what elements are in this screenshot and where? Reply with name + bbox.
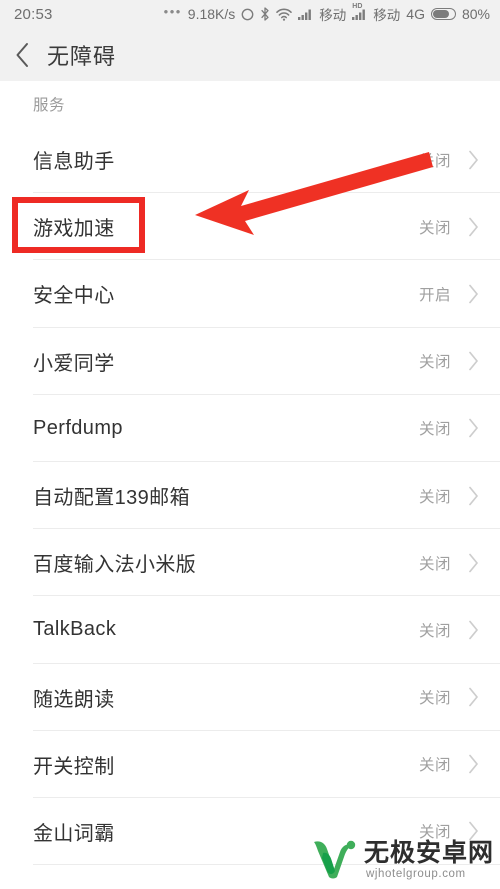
list-item-label: 开关控制 bbox=[33, 755, 115, 778]
list-item-trailing: 关闭 bbox=[419, 686, 480, 708]
accessibility-service-list: 信息助手 关闭 游戏加速 关闭 安全中心 开启 小爱同学 关闭 Perfdump… bbox=[0, 126, 500, 889]
status-badge: 关闭 bbox=[418, 488, 451, 506]
status-badge: 关闭 bbox=[418, 824, 451, 842]
status-badge: 关闭 bbox=[418, 555, 451, 573]
list-item-label: 有享头条自动安装（推荐） bbox=[33, 884, 278, 889]
phone-screen: 20:53 ••• 9.18K/s 移动 HD 移动 4G 80% 无障碍 服务… bbox=[0, 0, 500, 889]
status-clock: 20:53 bbox=[14, 5, 53, 23]
settings-content: 服务 信息助手 关闭 游戏加速 关闭 安全中心 开启 小爱同学 关闭 Perfd… bbox=[0, 81, 500, 889]
bluetooth-icon bbox=[260, 7, 270, 21]
list-item-label: 随选朗读 bbox=[33, 688, 115, 711]
list-item-trailing: 关闭 bbox=[419, 552, 480, 574]
chevron-right-icon bbox=[467, 686, 480, 708]
chevron-right-icon bbox=[467, 283, 480, 305]
chevron-right-icon bbox=[467, 350, 480, 372]
list-item-trailing: 关闭 bbox=[419, 417, 480, 439]
list-item-trailing: 关闭 bbox=[419, 216, 480, 238]
carrier-label-2: 移动 bbox=[373, 8, 401, 23]
list-item[interactable]: 有享头条自动安装（推荐） bbox=[0, 865, 500, 889]
list-item[interactable]: TalkBack 关闭 bbox=[0, 596, 500, 664]
list-item-label: 金山词霸 bbox=[33, 822, 115, 845]
list-item[interactable]: 小爱同学 关闭 bbox=[0, 327, 500, 395]
status-badge: 关闭 bbox=[418, 690, 451, 708]
chevron-right-icon bbox=[467, 417, 480, 439]
chevron-right-icon bbox=[467, 753, 480, 775]
battery-icon bbox=[430, 8, 456, 20]
list-item-trailing: 关闭 bbox=[419, 820, 480, 842]
list-item-trailing: 开启 bbox=[419, 283, 480, 305]
chevron-left-icon bbox=[14, 41, 31, 69]
list-item-label: TalkBack bbox=[33, 618, 117, 641]
signal-bars-hd-icon: HD bbox=[352, 3, 367, 20]
list-item-label: 游戏加速 bbox=[33, 218, 115, 241]
overflow-dots-icon: ••• bbox=[163, 3, 182, 19]
list-item[interactable]: 自动配置139邮箱 关闭 bbox=[0, 461, 500, 530]
title-bar: 无障碍 bbox=[0, 28, 500, 81]
page-title: 无障碍 bbox=[47, 43, 117, 69]
section-header-services: 服务 bbox=[33, 96, 66, 114]
list-item-label: 小爱同学 bbox=[33, 352, 115, 375]
sync-circle-icon bbox=[241, 8, 254, 21]
back-button[interactable] bbox=[0, 28, 44, 81]
list-item[interactable]: 游戏加速 关闭 bbox=[0, 193, 500, 261]
list-item-trailing: 关闭 bbox=[419, 753, 480, 775]
list-item[interactable]: 信息助手 关闭 bbox=[0, 126, 500, 194]
network-type-label: 4G bbox=[406, 6, 425, 22]
list-item[interactable]: 开关控制 关闭 bbox=[0, 730, 500, 799]
status-badge: 关闭 bbox=[418, 152, 451, 170]
list-item-label: 安全中心 bbox=[33, 285, 115, 308]
list-item[interactable]: 安全中心 开启 bbox=[0, 260, 500, 328]
hd-label: HD bbox=[352, 3, 363, 10]
chevron-right-icon bbox=[467, 216, 480, 238]
network-speed-label: 9.18K/s bbox=[187, 6, 236, 22]
list-item-label: 自动配置139邮箱 bbox=[33, 487, 190, 510]
chevron-right-icon bbox=[467, 820, 480, 842]
chevron-right-icon bbox=[467, 552, 480, 574]
list-item[interactable]: 百度输入法小米版 关闭 bbox=[0, 529, 500, 597]
list-item[interactable]: 金山词霸 关闭 bbox=[0, 797, 500, 866]
list-item-label: 信息助手 bbox=[33, 151, 115, 174]
status-badge: 关闭 bbox=[418, 354, 451, 372]
status-badge: 关闭 bbox=[418, 757, 451, 775]
wifi-icon bbox=[276, 8, 293, 21]
status-badge: 关闭 bbox=[418, 622, 451, 640]
list-item-label: 百度输入法小米版 bbox=[33, 554, 197, 577]
status-badge: 开启 bbox=[418, 286, 451, 304]
status-badge: 关闭 bbox=[418, 421, 451, 439]
list-item-trailing: 关闭 bbox=[419, 619, 480, 641]
carrier-label-1: 移动 bbox=[319, 8, 347, 23]
chevron-right-icon bbox=[467, 619, 480, 641]
status-badge: 关闭 bbox=[418, 219, 451, 237]
list-item[interactable]: Perfdump 关闭 bbox=[0, 394, 500, 463]
list-item[interactable]: 随选朗读 关闭 bbox=[0, 663, 500, 731]
list-item-trailing: 关闭 bbox=[419, 350, 480, 372]
chevron-right-icon bbox=[467, 149, 480, 171]
status-bar: 20:53 ••• 9.18K/s 移动 HD 移动 4G 80% bbox=[0, 0, 500, 28]
list-item-trailing: 关闭 bbox=[419, 485, 480, 507]
list-item-trailing: 关闭 bbox=[419, 149, 480, 171]
chevron-right-icon bbox=[467, 485, 480, 507]
status-icons: ••• 9.18K/s 移动 HD 移动 4G 80% bbox=[163, 3, 490, 24]
list-item-label: Perfdump bbox=[33, 416, 123, 439]
battery-percent-label: 80% bbox=[461, 6, 490, 22]
signal-bars-icon bbox=[298, 8, 313, 20]
